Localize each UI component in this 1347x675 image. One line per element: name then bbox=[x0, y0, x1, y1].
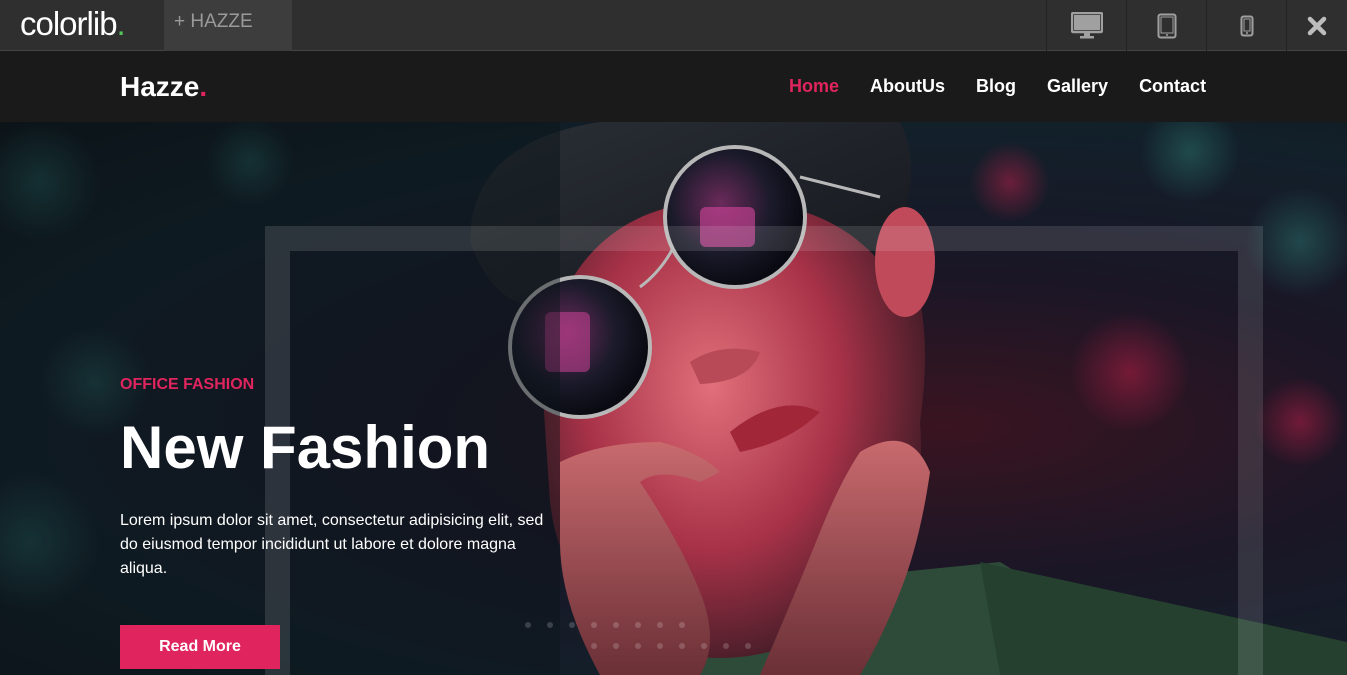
site-logo[interactable]: Hazze. bbox=[120, 71, 207, 103]
hero-eyebrow: OFFICE FASHION bbox=[120, 376, 255, 393]
colorlib-logo-dot: . bbox=[116, 5, 126, 42]
theme-tab[interactable]: + HAZZE bbox=[164, 0, 292, 51]
hero-content: OFFICE FASHION New Fashion Lorem ipsum d… bbox=[120, 376, 560, 581]
desktop-view-button[interactable] bbox=[1046, 0, 1126, 51]
hero-section: OFFICE FASHION New Fashion Lorem ipsum d… bbox=[0, 122, 1347, 675]
tablet-icon bbox=[1157, 13, 1176, 38]
desktop-icon bbox=[1070, 11, 1103, 38]
hero-headline: New Fashion bbox=[120, 414, 491, 481]
site-logo-text: Hazze bbox=[120, 71, 200, 102]
hero-description: Lorem ipsum dolor sit amet, consectetur … bbox=[120, 512, 544, 577]
close-button[interactable] bbox=[1286, 0, 1347, 51]
dot-pattern bbox=[525, 622, 751, 649]
mobile-icon bbox=[1240, 15, 1253, 36]
close-icon bbox=[1307, 16, 1327, 35]
colorlib-logo[interactable]: colorlib. bbox=[20, 5, 126, 43]
nav-home[interactable]: Home bbox=[789, 76, 839, 97]
tablet-view-button[interactable] bbox=[1126, 0, 1206, 51]
mobile-view-button[interactable] bbox=[1206, 0, 1286, 51]
nav-about-us[interactable]: AboutUs bbox=[870, 76, 945, 97]
site-logo-dot: . bbox=[199, 71, 208, 102]
main-nav: Home AboutUs Blog Gallery Contact bbox=[789, 76, 1237, 97]
nav-gallery[interactable]: Gallery bbox=[1047, 76, 1108, 97]
nav-contact[interactable]: Contact bbox=[1139, 76, 1206, 97]
nav-blog[interactable]: Blog bbox=[976, 76, 1016, 97]
colorlib-logo-text: colorlib bbox=[20, 5, 118, 42]
read-more-button[interactable]: Read More bbox=[120, 625, 280, 669]
preview-bar: colorlib. + HAZZE bbox=[0, 0, 1347, 51]
site-header: Hazze. Home AboutUs Blog Gallery Contact bbox=[0, 51, 1347, 122]
